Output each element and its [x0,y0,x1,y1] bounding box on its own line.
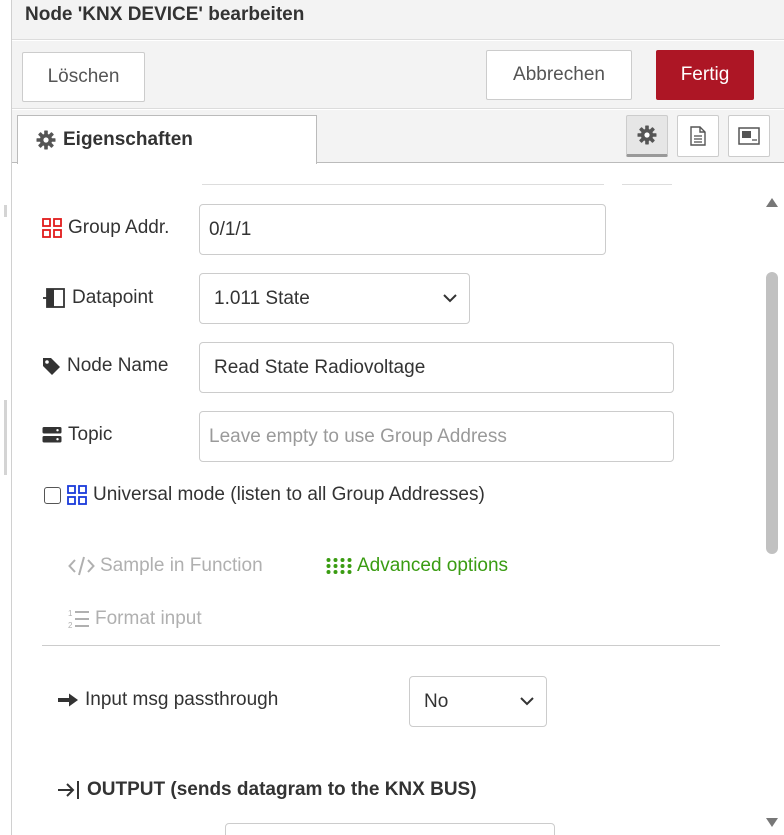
output-heading-text: OUTPUT (sends datagram to the KNX BUS) [87,779,477,800]
datapoint-select-value: 1.011 State [214,287,310,309]
svg-text:1: 1 [68,609,73,618]
node-name-label-text: Node Name [67,355,169,376]
group-addr-input[interactable]: 0/1/1 [199,204,606,255]
left-panel-edge [0,0,12,835]
node-name-label: Node Name [42,354,168,378]
tab-button-description[interactable] [677,115,719,157]
passthrough-label-text: Input msg passthrough [85,689,279,710]
universal-mode-checkbox[interactable] [44,487,61,504]
divider [202,184,604,185]
datapoint-label: Datapoint [42,285,153,311]
scrollbar-thumb[interactable] [766,272,778,554]
advanced-options-link-text: Advanced options [357,555,509,576]
passthrough-select[interactable]: No [409,676,547,727]
panel-scrollbar[interactable] [754,186,784,835]
svg-text:2: 2 [68,621,73,629]
layout-icon [738,127,760,145]
gear-icon [637,125,657,145]
tab-button-properties[interactable] [626,115,668,157]
edge-resize-handle[interactable] [4,400,7,475]
node-name-input[interactable]: Read State Radiovoltage [199,342,674,393]
divider [622,184,672,185]
tab-properties[interactable]: Eigenschaften [17,115,317,164]
advanced-options-link[interactable]: Advanced options [326,554,508,578]
tab-properties-label: Eigenschaften [63,129,193,150]
grid-icon [67,485,87,505]
scroll-down-icon[interactable] [766,818,778,827]
datapoint-label-text: Datapoint [72,287,154,308]
format-input-link-text: Format input [95,608,202,629]
topic-input[interactable]: Leave empty to use Group Address [199,411,674,462]
done-button[interactable]: Fertig [656,50,754,100]
dialog-title: Node 'KNX DEVICE' bearbeiten [25,4,305,25]
cancel-button[interactable]: Abbrechen [486,50,632,100]
group-address-icon [42,218,62,238]
code-icon [68,556,95,576]
tab-button-appearance[interactable] [728,115,770,157]
delete-button[interactable]: Löschen [22,52,145,102]
tab-bar: Eigenschaften [12,110,784,164]
topic-label-text: Topic [68,424,113,445]
dialog-header: Node 'KNX DEVICE' bearbeiten [12,0,784,40]
chevron-down-icon [443,294,457,303]
topic-label: Topic [42,423,112,447]
universal-mode-label[interactable]: Universal mode (listen to all Group Addr… [67,483,485,507]
document-icon [690,126,706,146]
gear-icon [36,130,56,150]
dialog-toolbar: Löschen Abbrechen Fertig [12,41,784,109]
passthrough-select-value: No [424,690,449,712]
properties-panel: Group Addr. 0/1/1 Datapoint 1.011 State … [12,164,784,835]
group-addr-label: Group Addr. [42,216,169,240]
group-addr-label-text: Group Addr. [68,217,170,238]
passthrough-label: Input msg passthrough [57,688,278,712]
format-input-link[interactable]: 12 Format input [68,607,202,631]
scroll-up-icon[interactable] [766,198,778,207]
datapoint-icon [43,288,65,308]
universal-mode-label-text: Universal mode (listen to all Group Addr… [93,484,485,505]
arrow-to-bar-icon [58,781,79,799]
tag-icon [43,357,60,375]
output-field-partial[interactable] [225,823,555,835]
output-heading: OUTPUT (sends datagram to the KNX BUS) [57,778,477,802]
sample-function-link[interactable]: Sample in Function [68,554,263,578]
numbered-list-icon: 12 [68,609,89,629]
server-icon [42,427,62,443]
datapoint-select[interactable]: 1.011 State [199,273,470,324]
edge-mark [4,205,7,217]
dots-grid-icon [326,558,352,574]
sample-function-link-text: Sample in Function [100,555,263,576]
chevron-down-icon [520,697,534,706]
arrow-right-icon [58,693,78,707]
section-divider [42,645,720,646]
